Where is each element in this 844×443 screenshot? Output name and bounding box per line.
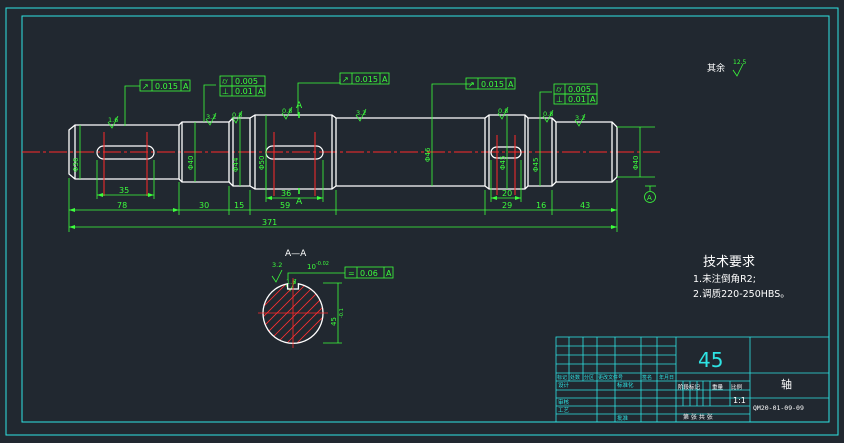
section-keyway-tol: -0.02 (316, 261, 329, 267)
gdt-datum: A (590, 95, 596, 104)
section-mark: A (296, 197, 303, 207)
section-depth-dim: 45 (330, 317, 338, 326)
roughness-value: 3.2 (272, 261, 282, 269)
row-header: 更改文件号 (598, 374, 623, 381)
roughness-value: 3.2 (575, 114, 585, 122)
roughness-value: 0.8 (543, 110, 553, 118)
length-label: 15 (234, 201, 244, 210)
tech-req-item: 1.未注倒角R2; (693, 273, 756, 285)
gdt-datum: A (258, 87, 264, 96)
length-labels: 35 36 20 78 30 15 59 29 16 43 371 (117, 186, 590, 227)
sheet-text: 第 张 共 张 (683, 413, 713, 421)
roughness-value: 3.2 (356, 109, 366, 117)
section-mark: A (296, 101, 303, 111)
finish-note-label: 其余 (707, 62, 725, 74)
diameter-label: Φ50 (258, 156, 266, 170)
diameter-label: Φ45 (532, 158, 540, 172)
row-header: 分区 (584, 374, 594, 381)
diameter-label: Φ40 (632, 156, 640, 170)
diameter-label: Φ46 (424, 147, 432, 162)
row-header: 标记 (557, 374, 567, 381)
gdt-symbol: ↗ (468, 80, 475, 89)
section-keyway-dim: 10 (307, 263, 316, 271)
tech-req-item: 2.调质220-250HBS。 (693, 288, 790, 300)
roughness-value: 1.6 (108, 116, 118, 124)
gdt-tolerance: 0.005 (568, 85, 591, 94)
roughness-value: 3.2 (206, 113, 216, 121)
gdt-symbol: ⊥ (222, 87, 229, 96)
diameter-label: Φ36 (72, 157, 80, 172)
std-label: 标准化 (617, 381, 634, 389)
part-name: 轴 (781, 377, 792, 391)
gdt-datum: A (508, 80, 514, 89)
role-label: 设计 (558, 381, 570, 389)
gdt-tolerance: 0.005 (235, 77, 258, 86)
keyway-length-label: 36 (281, 189, 291, 198)
keyway-length-label: 20 (502, 189, 512, 198)
gdt-datum: A (386, 269, 392, 278)
roughness-symbols (107, 63, 744, 292)
section-marks: A A (296, 101, 303, 207)
gdt-tolerance: 0.015 (155, 82, 178, 91)
gdt-tolerance: 0.015 (481, 80, 504, 89)
scale-label: 比例 (731, 383, 743, 391)
cad-drawing: ↗ 0.015 A ⌭ 0.005 ⊥ 0.01 A ↗ 0.015 A ↗ 0… (5, 7, 839, 436)
row-header: 签名 (642, 374, 652, 381)
gdt-tolerance: 0.06 (360, 269, 378, 278)
tech-req-title: 技术要求 (703, 255, 755, 270)
section-depth-tol: -0.1 (339, 308, 345, 318)
gdt-symbol: ⌭ (222, 77, 228, 86)
length-label: 78 (117, 201, 127, 210)
length-label: 29 (502, 201, 512, 210)
gdt-symbol: = (348, 269, 355, 278)
gdt-symbol: ↗ (142, 82, 149, 91)
gdt-tolerance: 0.01 (568, 95, 586, 104)
keyway-length-label: 35 (119, 186, 129, 195)
length-label: 43 (580, 201, 590, 210)
role-label: 审核 (558, 398, 570, 406)
approve-label: 批准 (617, 414, 629, 422)
overall-length-label: 371 (262, 218, 277, 227)
title-block-text: 45 轴 QM20-01-09-09 1:1 阶段标记 重量 比例 第 张 共 … (557, 348, 804, 422)
role-label: 工艺 (558, 407, 570, 414)
gdt-symbol: ⊥ (556, 95, 563, 104)
datum-label: A (647, 194, 652, 202)
row-header: 处数 (570, 374, 580, 381)
roughness-value: 0.8 (498, 107, 508, 115)
length-label: 30 (199, 201, 209, 210)
gdt-tolerance: 0.01 (235, 87, 253, 96)
datum-symbol: A (644, 185, 656, 203)
finish-note-value: 12.5 (733, 59, 747, 66)
diameter-label: Φ44 (232, 157, 240, 172)
stage-label: 阶段标记 (678, 383, 701, 391)
roughness-value: 0.8 (282, 107, 292, 115)
arrowheads (69, 193, 617, 229)
scale-value: 1:1 (733, 396, 746, 405)
weight-label: 重量 (712, 383, 724, 391)
section-title: A—A (285, 249, 307, 259)
roughness-value: 0.8 (232, 111, 242, 119)
length-label: 59 (280, 201, 290, 210)
drawing-number: QM20-01-09-09 (753, 404, 804, 412)
diameter-label: Φ40 (187, 156, 195, 170)
gdt-symbol: ⌭ (556, 85, 562, 94)
section-view: 45 -0.1 10 -0.02 (258, 261, 345, 348)
gdt-datum: A (382, 75, 388, 84)
gdt-datum: A (183, 82, 189, 91)
row-header: 年月日 (659, 374, 674, 381)
diameter-label: Φ45 (499, 156, 507, 170)
diameter-labels: Φ36 Φ40 Φ44 Φ50 Φ46 Φ45 Φ45 Φ40 (72, 147, 640, 172)
material-label: 45 (698, 348, 723, 372)
gdt-symbol: ↗ (342, 75, 349, 84)
gdt-tolerance: 0.015 (355, 75, 378, 84)
length-label: 16 (536, 201, 546, 210)
